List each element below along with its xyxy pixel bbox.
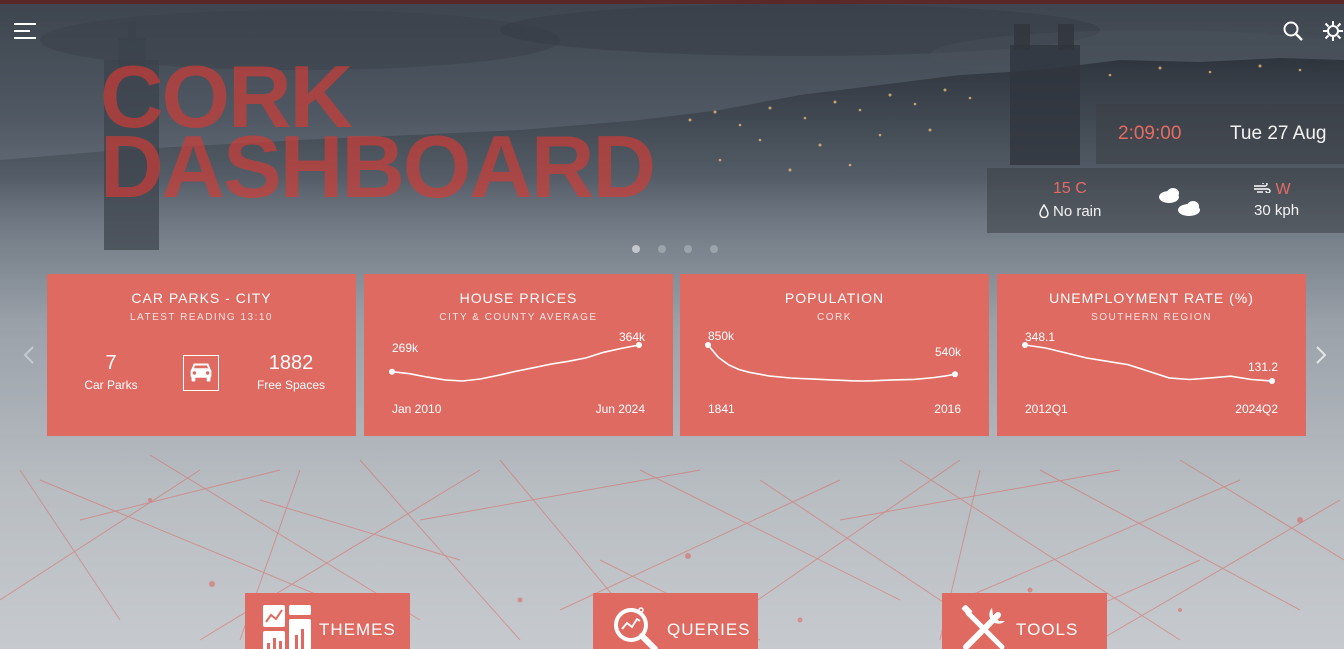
carousel-dot-4[interactable]	[710, 245, 718, 253]
sparkline-end-point	[952, 371, 958, 378]
weather-panel[interactable]: 15 C No rain W 30 kph	[987, 168, 1344, 233]
sparkline-start-point	[705, 342, 711, 348]
sparkline-start-point	[389, 368, 395, 375]
house-prices-card[interactable]: HOUSE PRICES CITY & COUNTY AVERAGE 269k …	[364, 274, 673, 436]
unemployment-sparkline: 348.1 131.2	[1022, 330, 1278, 384]
themes-button[interactable]: THEMES	[245, 593, 410, 649]
free-spaces-label: Free Spaces	[256, 378, 326, 392]
weather-wind-direction: W	[1253, 181, 1291, 199]
sparkline-end-label: 2016	[934, 402, 961, 416]
sparkline-end-label: 2024Q2	[1235, 402, 1278, 416]
sparkline-start-label: 1841	[708, 402, 735, 416]
dashboard-title: CORK DASHBOARD	[100, 53, 656, 216]
sparkline-end-value: 364k	[619, 330, 646, 344]
car-parks-card[interactable]: CAR PARKS - CITY LATEST READING 13:10 7 …	[47, 274, 356, 436]
sparkline-start-value: 850k	[708, 329, 735, 343]
weather-wind-speed: 30 kph	[1254, 202, 1300, 219]
sparkline-start-point	[1022, 342, 1028, 348]
sparkline-start-value: 269k	[392, 341, 419, 355]
queries-label: QUERIES	[667, 620, 751, 639]
rain-drop-icon	[1039, 203, 1049, 219]
sparkline-end-label: Jun 2024	[595, 402, 645, 416]
wind-direction-label: W	[1275, 181, 1291, 198]
card-subtitle: LATEST READING 13:10	[129, 312, 273, 323]
sparkline-series-line	[1024, 344, 1273, 382]
card-subtitle: CITY & COUNTY AVERAGE	[439, 312, 598, 323]
card-subtitle: CORK	[817, 312, 852, 323]
population-card[interactable]: POPULATION CORK 850k 540k 1841 2016	[680, 274, 989, 436]
weather-rain-label: No rain	[1053, 203, 1102, 220]
tools-icon	[961, 605, 1005, 649]
card-title: POPULATION	[784, 290, 885, 306]
sparkline-series-line	[391, 344, 640, 382]
card-title: CAR PARKS - CITY	[131, 290, 272, 306]
sparkline-start-label: 2012Q1	[1025, 402, 1068, 416]
car-parks-count: 7 Car Parks	[75, 352, 147, 392]
queries-icon	[614, 607, 658, 649]
free-spaces-value: 1882	[268, 352, 314, 374]
tools-label: TOOLS	[1016, 620, 1079, 639]
unemployment-card[interactable]: UNEMPLOYMENT RATE (%) SOUTHERN REGION 34…	[997, 274, 1306, 436]
carousel-next-arrow-icon[interactable]	[1314, 345, 1328, 365]
card-title: HOUSE PRICES	[459, 290, 578, 306]
sparkline-start-label: Jan 2010	[392, 402, 442, 416]
top-border	[0, 0, 1344, 4]
card-subtitle: SOUTHERN REGION	[1091, 312, 1212, 323]
sparkline-start-value: 348.1	[1025, 330, 1055, 344]
car-parks-label: Car Parks	[84, 378, 138, 392]
queries-button[interactable]: QUERIES	[593, 593, 758, 649]
carousel-dot-1[interactable]	[632, 245, 640, 253]
carousel-dot-3[interactable]	[684, 245, 692, 253]
wind-icon	[1254, 181, 1271, 194]
weather-temperature: 15 C	[1053, 180, 1087, 197]
clock-panel: 2:09:00 Tue 27 Aug	[1096, 104, 1344, 164]
title-line-2: DASHBOARD	[100, 117, 656, 216]
sparkline-end-value: 540k	[935, 345, 962, 359]
car-parks-value: 7	[105, 352, 117, 374]
settings-icon[interactable]	[1322, 20, 1344, 42]
cloudy-icon	[1159, 188, 1200, 216]
car-icon	[183, 355, 219, 391]
tools-button[interactable]: TOOLS	[942, 593, 1107, 649]
sparkline-series-line	[707, 344, 956, 382]
weather-rain: No rain	[1039, 203, 1101, 220]
menu-icon[interactable]	[14, 22, 36, 40]
clock-date: Tue 27 Aug	[1230, 123, 1327, 144]
search-icon[interactable]	[1282, 20, 1304, 42]
sparkline-end-point	[636, 342, 642, 348]
carousel-prev-arrow-icon[interactable]	[22, 345, 36, 365]
free-spaces-count: 1882 Free Spaces	[247, 352, 335, 392]
themes-label: THEMES	[319, 620, 396, 639]
clock-time: 2:09:00	[1118, 123, 1182, 144]
themes-icon	[263, 605, 311, 649]
population-sparkline: 850k 540k	[705, 329, 962, 382]
sparkline-end-point	[1269, 378, 1275, 384]
carousel-dot-2[interactable]	[658, 245, 666, 253]
house-prices-sparkline: 269k 364k	[389, 330, 646, 382]
card-title: UNEMPLOYMENT RATE (%)	[1049, 290, 1254, 306]
sparkline-end-value: 131.2	[1248, 360, 1278, 374]
